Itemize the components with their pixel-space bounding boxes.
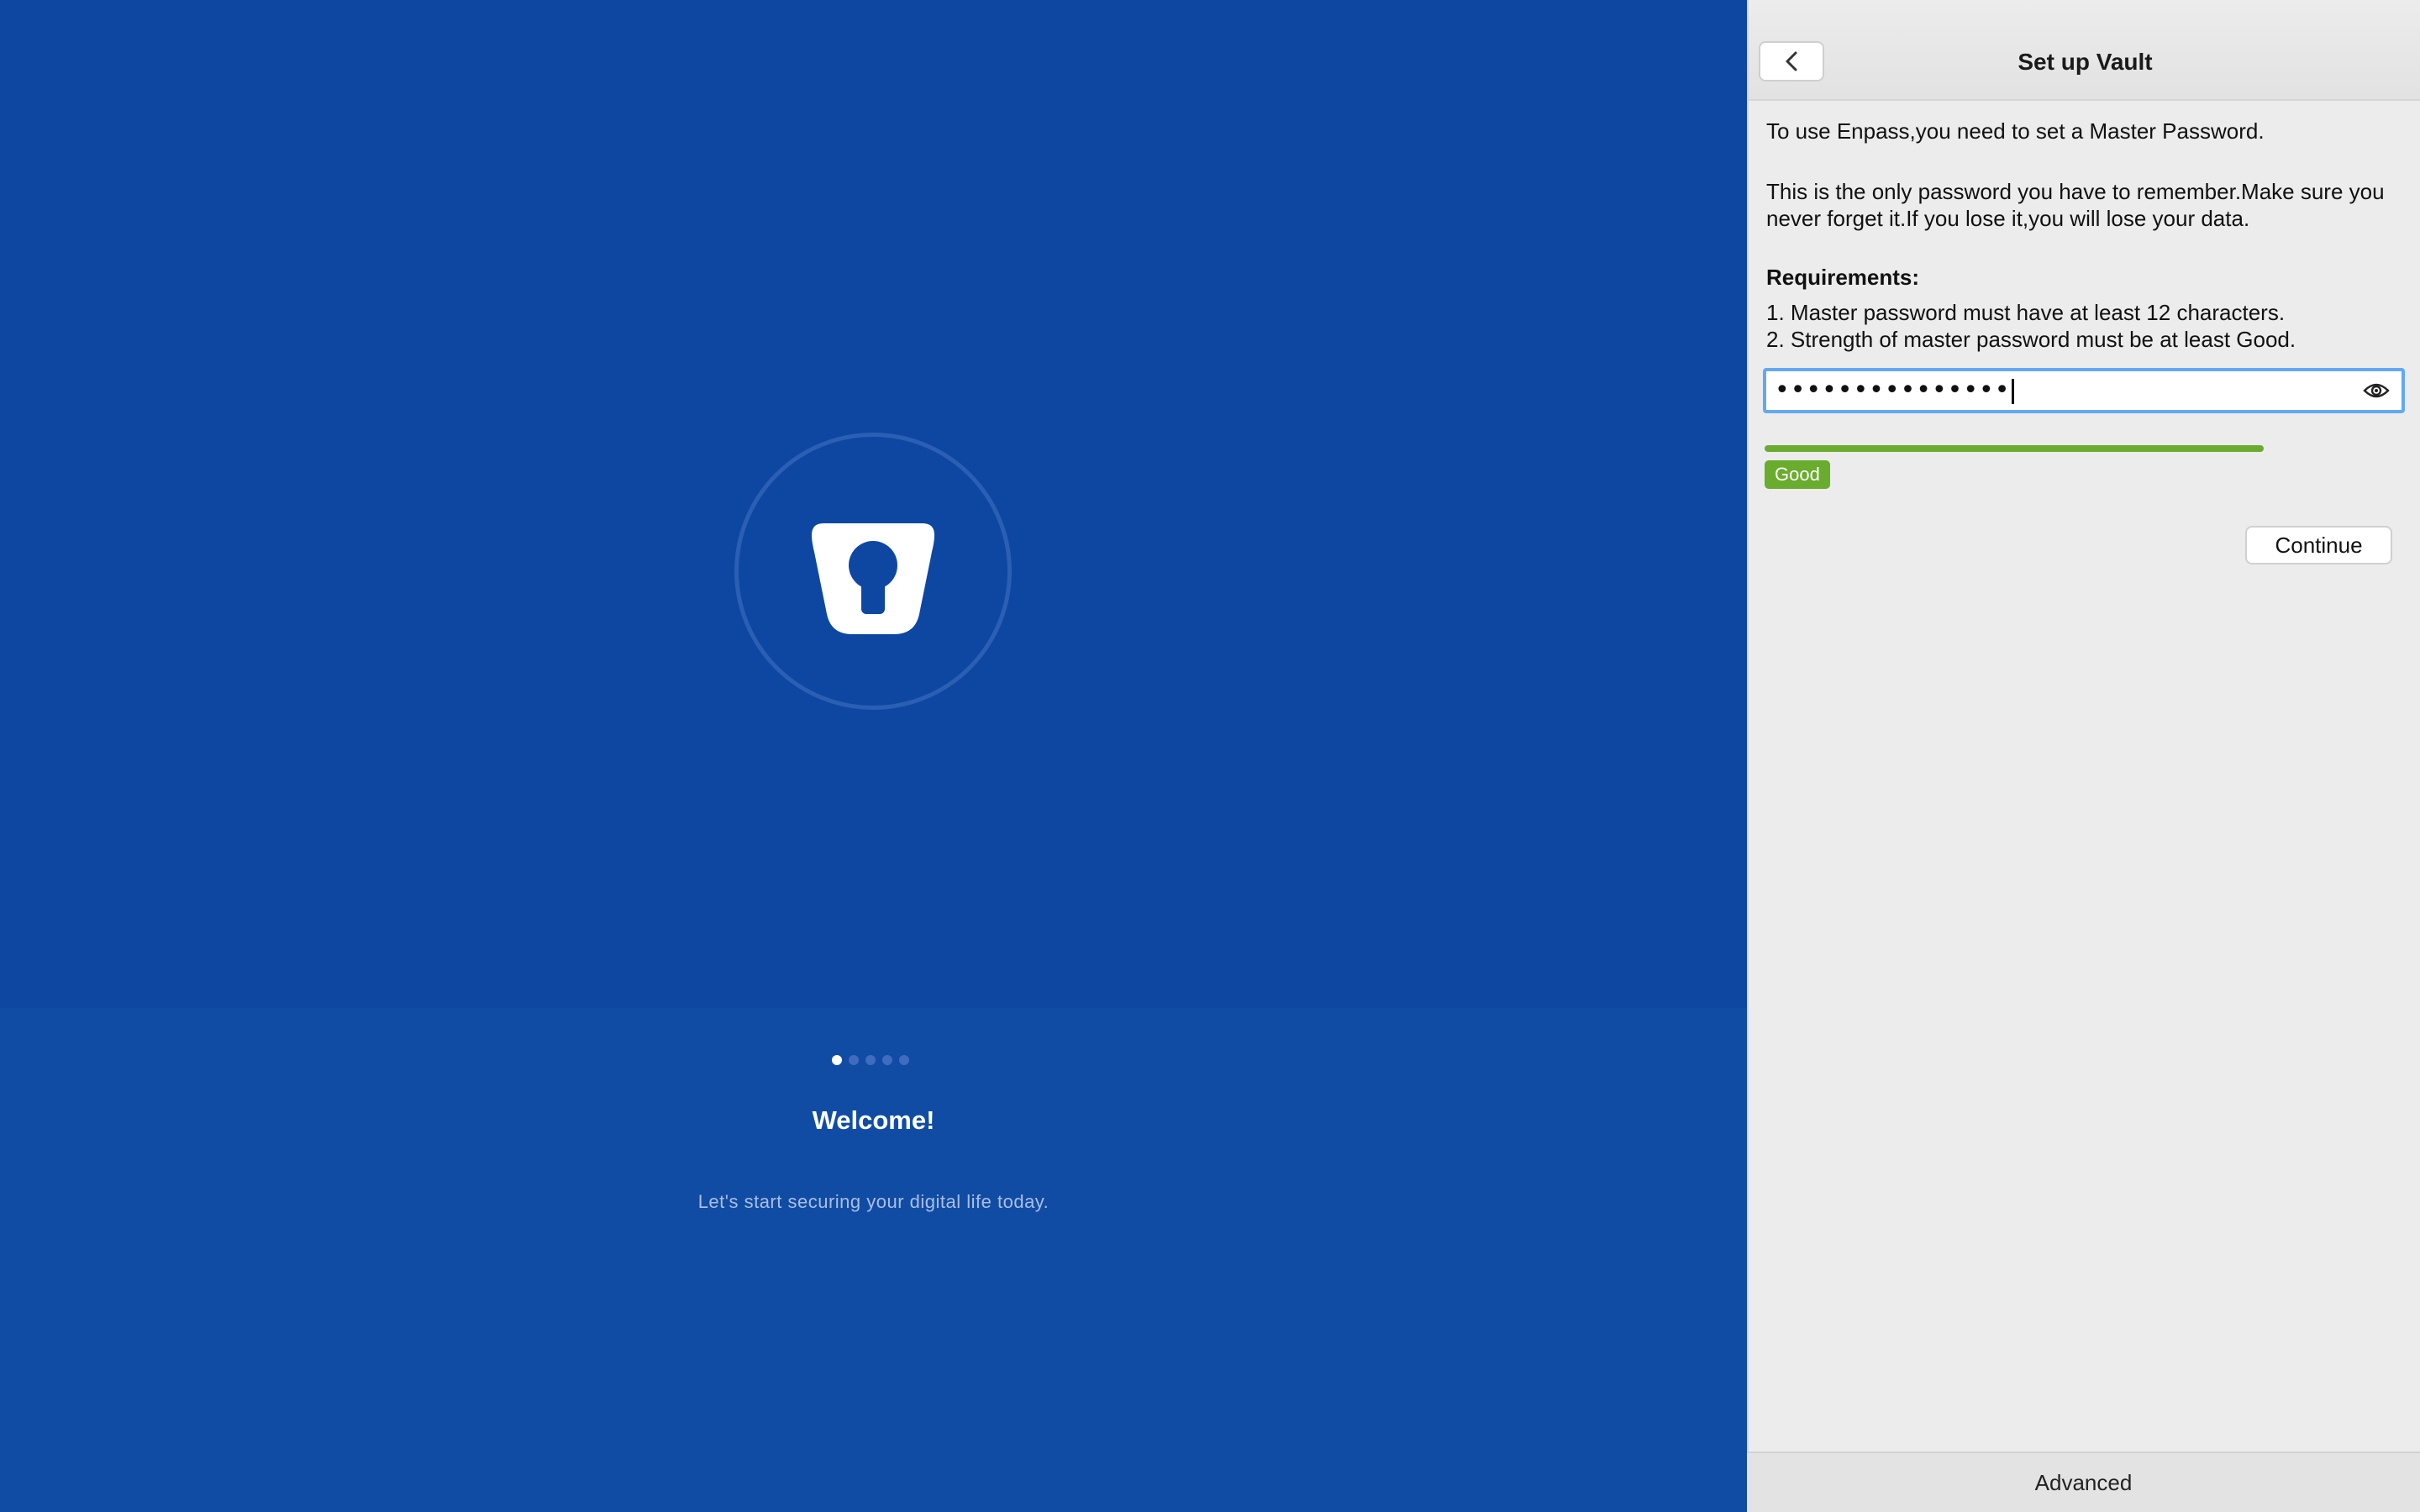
welcome-panel: Welcome! Let's start securing your digit… xyxy=(0,0,1747,1512)
setup-header: Set up Vault xyxy=(1749,0,2420,101)
password-value: ••••••••••••••• xyxy=(1775,375,2015,405)
requirements-title: Requirements: xyxy=(1766,265,1920,290)
strength-meter-fill xyxy=(1765,445,2265,452)
continue-button[interactable]: Continue xyxy=(2245,526,2392,564)
carousel-dot[interactable] xyxy=(832,1055,842,1065)
text-cursor xyxy=(2012,378,2015,404)
setup-vault-panel: Set up Vault To use Enpass,you need to s… xyxy=(1747,0,2420,1512)
strength-meter xyxy=(1765,445,2405,452)
advanced-button[interactable]: Advanced xyxy=(1747,1452,2420,1512)
carousel-dots[interactable] xyxy=(832,1055,909,1067)
welcome-title: Welcome! xyxy=(812,1105,935,1135)
page-title: Set up Vault xyxy=(2018,49,2153,75)
app-window: Welcome! Let's start securing your digit… xyxy=(0,0,2420,1512)
carousel-dot[interactable] xyxy=(882,1055,892,1065)
master-password-input[interactable]: ••••••••••••••• xyxy=(1763,368,2405,413)
carousel-dot[interactable] xyxy=(849,1055,859,1065)
enpass-keyhole-icon xyxy=(812,523,934,634)
intro-text: To use Enpass,you need to set a Master P… xyxy=(1766,118,2265,144)
requirement-item: 1. Master password must have at least 12… xyxy=(1766,300,2286,325)
strength-badge: Good xyxy=(1765,460,1830,489)
carousel-dot[interactable] xyxy=(899,1055,909,1065)
requirement-item: 2. Strength of master password must be a… xyxy=(1766,327,2296,352)
warning-text: This is the only password you have to re… xyxy=(1766,179,2385,231)
welcome-caption-area xyxy=(0,1008,1747,1512)
eye-icon[interactable] xyxy=(2363,381,2390,401)
welcome-subtitle: Let's start securing your digital life t… xyxy=(697,1191,1050,1212)
carousel-dot[interactable] xyxy=(865,1055,876,1065)
